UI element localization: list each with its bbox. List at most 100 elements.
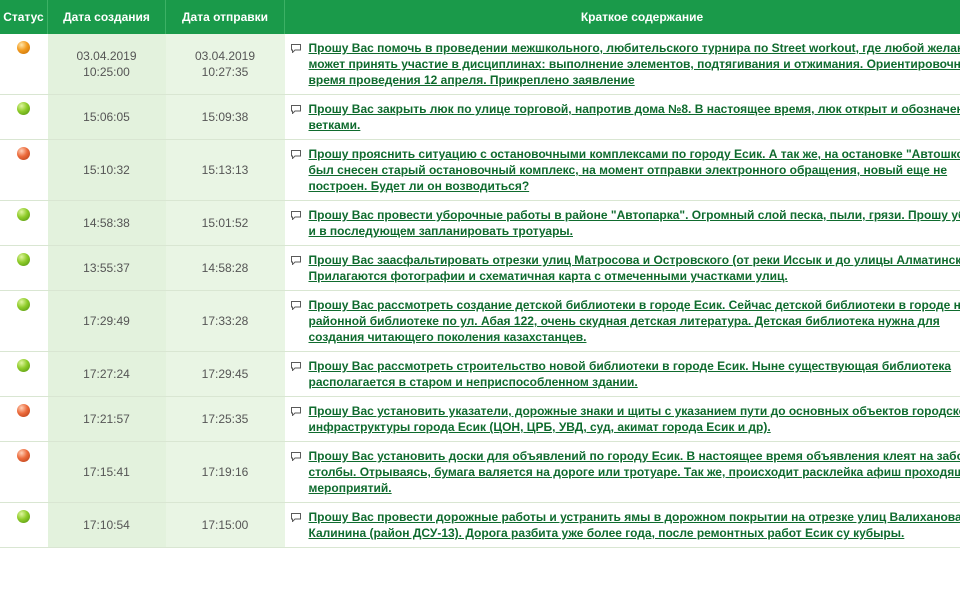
summary-cell: Прошу Вас установить указатели, дорожные… [284,396,960,442]
table-row[interactable]: 14:58:38 15:01:52 Прошу Вас провести убо… [0,200,960,246]
status-indicator-icon [17,359,31,372]
created-cell: 03.04.2019 10:25:00 [47,34,166,95]
created-time: 17:10:54 [83,518,130,532]
status-indicator-icon [17,510,31,523]
sent-time: 15:13:13 [201,163,249,177]
table-body: 03.04.2019 10:25:00 03.04.2019 10:27:35 … [0,34,960,548]
appeal-summary-link[interactable]: Прошу прояснить ситуацию с остановочными… [309,146,960,194]
sent-time: 15:09:38 [201,110,249,124]
appeal-summary-link[interactable]: Прошу Вас помочь в проведении межшкольно… [309,40,960,88]
created-cell: 15:06:05 [47,94,166,140]
table-row[interactable]: 15:10:32 15:13:13 Прошу прояснить ситуац… [0,139,960,201]
created-time: 15:10:32 [83,163,130,177]
sent-time: 17:15:00 [201,518,249,532]
table-row[interactable]: 17:29:49 17:33:28 Прошу Вас рассмотреть … [0,290,960,352]
summary-cell: Прошу Вас помочь в проведении межшкольно… [284,34,960,95]
table-row[interactable]: 03.04.2019 10:25:00 03.04.2019 10:27:35 … [0,34,960,95]
created-cell: 17:29:49 [47,290,166,352]
status-indicator-icon [17,41,31,54]
comment-icon [290,513,303,522]
table-row[interactable]: 17:10:54 17:15:00 Прошу Вас провести дор… [0,502,960,548]
summary-cell: Прошу Вас заасфальтировать отрезки улиц … [284,245,960,291]
comment-icon [290,407,303,416]
summary-cell: Прошу Вас провести дорожные работы и уст… [284,502,960,548]
sent-cell: 17:19:16 [165,441,285,503]
table-header-row: Статус Дата создания Дата отправки Кратк… [0,0,960,34]
created-cell: 14:58:38 [47,200,166,246]
sent-time: 14:58:28 [201,261,249,275]
created-time: 10:25:00 [83,65,130,79]
appeal-summary-link[interactable]: Прошу Вас заасфальтировать отрезки улиц … [309,252,960,284]
comment-icon [290,452,303,461]
created-time: 14:58:38 [83,216,130,230]
created-cell: 15:10:32 [47,139,166,201]
appeal-summary-link[interactable]: Прошу Вас установить доски для объявлени… [309,448,960,496]
created-time: 17:21:57 [83,412,130,426]
status-indicator-icon [17,404,31,417]
status-cell [0,139,48,201]
sent-cell: 17:15:00 [165,502,285,548]
summary-cell: Прошу Вас рассмотреть строительство ново… [284,351,960,397]
appeals-table: Статус Дата создания Дата отправки Кратк… [0,0,960,548]
created-cell: 17:15:41 [47,441,166,503]
status-cell [0,396,48,442]
table-row[interactable]: 15:06:05 15:09:38 Прошу Вас закрыть люк … [0,94,960,140]
appeal-summary-link[interactable]: Прошу Вас закрыть люк по улице торговой,… [309,101,960,133]
sent-cell: 14:58:28 [165,245,285,291]
summary-cell: Прошу прояснить ситуацию с остановочными… [284,139,960,201]
appeal-summary-link[interactable]: Прошу Вас рассмотреть строительство ново… [309,358,960,390]
created-cell: 17:27:24 [47,351,166,397]
sent-time: 10:27:35 [201,65,249,79]
sent-cell: 15:09:38 [165,94,285,140]
sent-time: 17:33:28 [201,314,249,328]
sent-cell: 17:29:45 [165,351,285,397]
status-cell [0,290,48,352]
column-header-status[interactable]: Статус [0,0,48,34]
comment-icon [290,362,303,371]
comment-icon [290,105,303,114]
status-cell [0,351,48,397]
status-cell [0,245,48,291]
sent-cell: 03.04.2019 10:27:35 [165,34,285,95]
table-row[interactable]: 13:55:37 14:58:28 Прошу Вас заасфальтиро… [0,245,960,291]
status-cell [0,200,48,246]
appeal-summary-link[interactable]: Прошу Вас провести уборочные работы в ра… [309,207,960,239]
summary-cell: Прошу Вас закрыть люк по улице торговой,… [284,94,960,140]
appeal-summary-link[interactable]: Прошу Вас провести дорожные работы и уст… [309,509,960,541]
created-time: 17:27:24 [83,367,130,381]
comment-icon [290,150,303,159]
table-row[interactable]: 17:15:41 17:19:16 Прошу Вас установить д… [0,441,960,503]
table-row[interactable]: 17:27:24 17:29:45 Прошу Вас рассмотреть … [0,351,960,397]
created-time: 17:15:41 [83,465,130,479]
appeal-summary-link[interactable]: Прошу Вас рассмотреть создание детской б… [309,297,960,345]
created-time: 13:55:37 [83,261,130,275]
created-time: 15:06:05 [83,110,130,124]
created-cell: 17:10:54 [47,502,166,548]
sent-cell: 17:33:28 [165,290,285,352]
created-cell: 13:55:37 [47,245,166,291]
status-indicator-icon [17,253,31,266]
status-cell [0,34,48,95]
sent-time: 17:19:16 [201,465,249,479]
table-row[interactable]: 17:21:57 17:25:35 Прошу Вас установить у… [0,396,960,442]
sent-cell: 15:01:52 [165,200,285,246]
column-header-created[interactable]: Дата создания [47,0,166,34]
created-time: 17:29:49 [83,314,130,328]
comment-icon [290,44,303,53]
comment-icon [290,256,303,265]
created-date: 03.04.2019 [76,49,137,63]
comment-icon [290,211,303,220]
status-cell [0,94,48,140]
status-indicator-icon [17,449,31,462]
appeal-summary-link[interactable]: Прошу Вас установить указатели, дорожные… [309,403,960,435]
status-indicator-icon [17,298,31,311]
status-cell [0,502,48,548]
created-cell: 17:21:57 [47,396,166,442]
status-cell [0,441,48,503]
status-indicator-icon [17,208,31,221]
sent-time: 15:01:52 [201,216,249,230]
column-header-summary[interactable]: Краткое содержание [284,0,960,34]
sent-time: 17:25:35 [201,412,249,426]
status-indicator-icon [17,147,31,160]
column-header-sent[interactable]: Дата отправки [165,0,285,34]
